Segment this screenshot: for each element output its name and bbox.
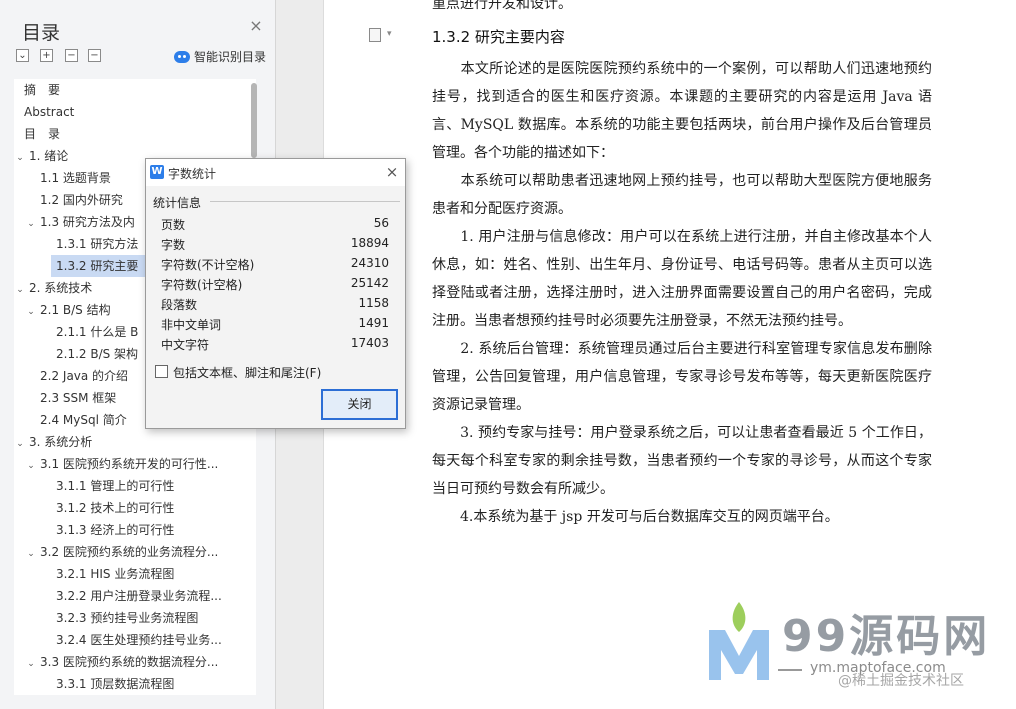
doc-paragraph: 2. 系统后台管理：系统管理员通过后台主要进行科室管理专家信息发布删除管理，公告… xyxy=(432,341,932,413)
watermark-divider xyxy=(778,669,802,671)
toc-close-icon[interactable]: × xyxy=(248,18,264,34)
stat-label: 段落数 xyxy=(161,298,198,312)
chevron-down-icon[interactable]: ⌄ xyxy=(25,543,37,563)
chevron-down-icon[interactable]: ⌄ xyxy=(25,653,37,673)
chevron-down-icon[interactable]: ⌄ xyxy=(25,455,37,475)
toc-expand-all-icon[interactable]: + xyxy=(40,49,53,62)
toc-item-label: 1.1 选题背景 xyxy=(40,171,111,185)
chevron-down-icon[interactable]: ⌄ xyxy=(25,301,37,321)
section-divider xyxy=(210,201,400,202)
stat-label: 中文字符 xyxy=(161,338,210,352)
dialog-titlebar[interactable]: W 字数统计 × xyxy=(146,159,405,186)
toc-item[interactable]: 3.2.4 医生处理预约挂号业务... xyxy=(14,629,252,651)
toc-item-label: 3. 系统分析 xyxy=(29,435,93,449)
toc-item-label: 2.4 MySql 简介 xyxy=(40,413,127,427)
chevron-down-icon[interactable]: ⌄ xyxy=(14,279,26,299)
toc-collapse-all-icon[interactable]: − xyxy=(65,49,78,62)
toc-item[interactable]: 3.2.2 用户注册登录业务流程... xyxy=(14,585,252,607)
stat-value: 56 xyxy=(373,216,389,230)
toc-item[interactable]: 摘 要 xyxy=(14,79,252,101)
toc-item[interactable]: 3.1.3 经济上的可行性 xyxy=(14,519,252,541)
stats-section-title: 统计信息 xyxy=(153,196,202,210)
toc-item[interactable]: 3.3.1 顶层数据流程图 xyxy=(14,673,252,695)
toc-item-label: 3.2.4 医生处理预约挂号业务... xyxy=(56,633,222,647)
toc-item-label: 2.1 B/S 结构 xyxy=(40,303,111,317)
dialog-title: 字数统计 xyxy=(168,167,217,181)
toc-item-label: 3.1.1 管理上的可行性 xyxy=(56,479,175,493)
toc-scrollbar[interactable] xyxy=(251,83,257,158)
toc-item[interactable]: ⌄ 3.3 医院预约系统的数据流程分... xyxy=(14,651,252,673)
toc-item-label: 3.3.1 顶层数据流程图 xyxy=(56,677,175,691)
toc-item-label: 3.2.1 HIS 业务流程图 xyxy=(56,567,175,581)
toc-title: 目录 xyxy=(22,22,61,44)
close-button[interactable]: 关闭 xyxy=(321,389,398,420)
toc-item-label: 3.1 医院预约系统开发的可行性... xyxy=(40,457,219,471)
chevron-down-icon[interactable]: ⌄ xyxy=(14,433,26,453)
toc-item[interactable]: ⌄ 3. 系统分析 xyxy=(14,431,252,453)
smart-toc-label: 智能识别目录 xyxy=(194,50,267,64)
toc-item-label: 1.3.2 研究主要 xyxy=(56,259,139,273)
stat-value: 1491 xyxy=(358,316,389,330)
toc-item[interactable]: Abstract xyxy=(14,101,252,123)
doc-paragraph: 3. 预约专家与挂号：用户登录系统之后，可以让患者查看最近 5 个工作日，每天每… xyxy=(432,425,932,497)
include-textbox-label[interactable]: 包括文本框、脚注和尾注(F) xyxy=(173,364,321,381)
toc-item-label: 3.1.3 经济上的可行性 xyxy=(56,523,175,537)
toc-item-label: 2.2 Java 的介绍 xyxy=(40,369,129,383)
word-count-dialog: W 字数统计 × 统计信息 页数 56 字数 18894 字符数(不计空格) 2… xyxy=(145,158,406,429)
toc-item-label: 摘 要 xyxy=(24,83,61,97)
toc-item-label: 1. 绪论 xyxy=(29,149,69,163)
toc-item[interactable]: 3.2.1 HIS 业务流程图 xyxy=(14,563,252,585)
toc-item[interactable]: ⌄ 3.1 医院预约系统开发的可行性... xyxy=(14,453,252,475)
toc-item[interactable]: 3.1.2 技术上的可行性 xyxy=(14,497,252,519)
doc-paragraph: 4.本系统为基于 jsp 开发可与后台数据库交互的网页端平台。 xyxy=(432,509,839,525)
doc-paragraph: 本文所论述的是医院医院预约系统中的一个案例，可以帮助人们迅速地预约挂号，找到适合… xyxy=(432,61,932,161)
doc-top-text: 重点进行开发和设计。 xyxy=(432,0,572,12)
toc-expand-icon[interactable]: ⌄ xyxy=(16,49,29,62)
toc-item[interactable]: 目 录 xyxy=(14,123,252,145)
toc-item-label: 2. 系统技术 xyxy=(29,281,93,295)
robot-icon xyxy=(174,50,190,63)
stat-value: 18894 xyxy=(350,236,389,250)
dialog-close-icon[interactable]: × xyxy=(384,163,400,181)
watermark-community: @稀土掘金技术社区 xyxy=(838,673,964,689)
doc-paragraph: 本系统可以帮助患者迅速地网上预约挂号，也可以帮助大型医院方便地服务患者和分配医疗… xyxy=(432,173,932,217)
chevron-down-icon[interactable]: ⌄ xyxy=(14,147,26,167)
doc-heading: 1.3.2 研究主要内容 xyxy=(432,28,565,46)
document-icon[interactable] xyxy=(369,28,381,42)
toc-item[interactable]: 3.1.1 管理上的可行性 xyxy=(14,475,252,497)
toc-item-label: 目 录 xyxy=(24,127,61,141)
stat-label: 页数 xyxy=(161,218,186,232)
toc-item-label: 1.3 研究方法及内 xyxy=(40,215,135,229)
toc-item-label: 3.3 医院预约系统的数据流程分... xyxy=(40,655,219,669)
stat-value: 25142 xyxy=(350,276,389,290)
stat-label: 字符数(计空格) xyxy=(161,278,243,292)
toc-item-label: 2.1.1 什么是 B xyxy=(56,325,139,339)
brand-logo-icon xyxy=(709,602,769,680)
include-textbox-checkbox[interactable] xyxy=(155,365,168,378)
toc-item-label: 3.2 医院预约系统的业务流程分... xyxy=(40,545,219,559)
toc-item[interactable]: ⌄ 3.2 医院预约系统的业务流程分... xyxy=(14,541,252,563)
toc-item-label: 3.1.2 技术上的可行性 xyxy=(56,501,175,515)
stat-value: 17403 xyxy=(350,336,389,350)
toc-item-label: 3.2.3 预约挂号业务流程图 xyxy=(56,611,199,625)
toc-item-label: 2.1.2 B/S 架构 xyxy=(56,347,139,361)
wps-writer-icon: W xyxy=(150,165,164,179)
chevron-down-icon[interactable]: ▾ xyxy=(387,29,392,39)
toc-item-label: 1.3.1 研究方法 xyxy=(56,237,139,251)
toc-item-label: 2.3 SSM 框架 xyxy=(40,391,117,405)
toc-item-label: Abstract xyxy=(24,105,75,119)
toc-collapse-icon[interactable]: − xyxy=(88,49,101,62)
watermark-brand: 99源码网 xyxy=(782,611,991,662)
doc-paragraph: 1. 用户注册与信息修改：用户可以在系统上进行注册，并自主修改基本个人休息，如：… xyxy=(432,229,932,329)
chevron-down-icon[interactable]: ⌄ xyxy=(25,213,37,233)
smart-toc-button[interactable]: 智能识别目录 xyxy=(174,48,266,65)
stat-label: 非中文单词 xyxy=(161,318,222,332)
stat-label: 字数 xyxy=(161,238,186,252)
toc-item[interactable]: 3.2.3 预约挂号业务流程图 xyxy=(14,607,252,629)
stat-value: 24310 xyxy=(350,256,389,270)
stat-label: 字符数(不计空格) xyxy=(161,258,255,272)
toc-item-label: 3.2.2 用户注册登录业务流程... xyxy=(56,589,222,603)
toc-item-label: 1.2 国内外研究 xyxy=(40,193,123,207)
stat-value: 1158 xyxy=(358,296,389,310)
